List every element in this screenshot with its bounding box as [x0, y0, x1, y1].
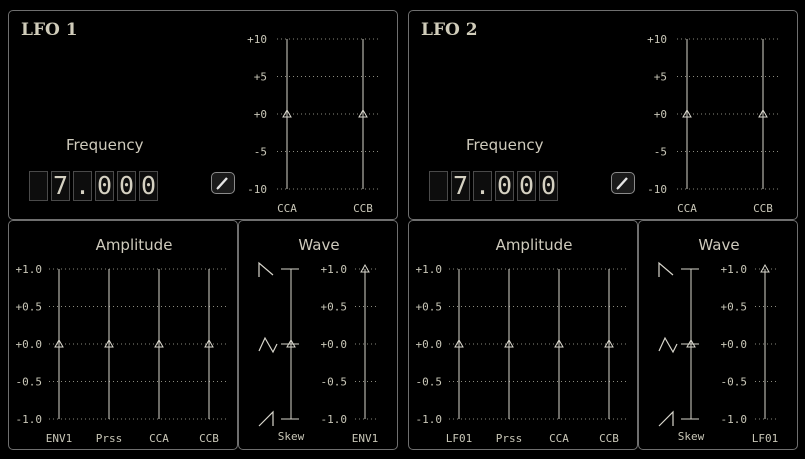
- slider-label: CCB: [753, 202, 773, 215]
- lfo2-edit-button[interactable]: [611, 172, 635, 194]
- pencil-icon: [616, 177, 628, 190]
- skew-label: Skew: [278, 430, 305, 443]
- frequency-digit[interactable]: [429, 171, 448, 201]
- frequency-digit[interactable]: 7: [51, 171, 70, 201]
- ramp-down-wave-icon: [258, 261, 274, 277]
- frequency-digit[interactable]: .: [73, 171, 92, 201]
- pencil-icon: [216, 177, 228, 190]
- slider-label: LF01: [752, 432, 779, 445]
- skew-label: Skew: [678, 430, 705, 443]
- slider-label: CCB: [353, 202, 373, 215]
- lfo1-frequency-label: Frequency: [66, 136, 144, 154]
- scale-tick-label: +0: [654, 108, 667, 121]
- scale-tick-label: +0.5: [16, 301, 43, 314]
- scale-tick-label: -5: [254, 146, 267, 159]
- scale-tick-label: +0.0: [416, 338, 443, 351]
- lfo2-mod-slider-group: +10 +5 +0 -5 -10 CCA CCB: [647, 33, 779, 215]
- scale-tick-label: +5: [254, 71, 267, 84]
- slider-label: CCA: [677, 202, 697, 215]
- scale-tick-label: +10: [647, 33, 667, 46]
- slider-label: ENV1: [352, 432, 379, 445]
- ramp-up-wave-icon: [258, 410, 274, 427]
- scale-tick-label: +0.0: [721, 338, 748, 351]
- lfo1-edit-button[interactable]: [211, 172, 235, 194]
- scale-tick-label: -0.5: [321, 376, 348, 389]
- scale-tick-label: -1.0: [321, 413, 348, 426]
- scale-tick-label: -1.0: [16, 413, 43, 426]
- ramp-up-wave-icon: [658, 410, 674, 427]
- lfo2-wave-panel: Wave +1.0 +0.5 +0.0 -0.5 -1.0 LF01 Skew: [638, 220, 798, 450]
- scale-tick-label: -10: [247, 183, 267, 196]
- slider-label: CCA: [549, 432, 569, 445]
- frequency-digit[interactable]: .: [473, 171, 492, 201]
- ramp-down-wave-icon: [658, 261, 674, 277]
- scale-tick-label: -0.5: [721, 376, 748, 389]
- slider-label: CCB: [599, 432, 619, 445]
- lfo1-mod-slider-group: +10 +5 +0 -5 -10 CCA CCB: [247, 33, 379, 215]
- lfo1-wave-slider-group: +1.0 +0.5 +0.0 -0.5 -1.0 ENV1 Skew: [258, 261, 379, 445]
- triangle-wave-icon: [658, 336, 678, 354]
- slider-label: CCB: [199, 432, 219, 445]
- scale-tick-label: -1.0: [416, 413, 443, 426]
- scale-tick-label: +1.0: [321, 263, 348, 276]
- lfo1-title: LFO 1: [21, 20, 78, 40]
- frequency-digit[interactable]: [29, 171, 48, 201]
- scale-tick-label: -5: [654, 146, 667, 159]
- frequency-digit[interactable]: 0: [95, 171, 114, 201]
- lfo2-panel: LFO 2 Frequency 7 . 0 0 0 +10 +5 +0 -5 -10 CC…: [408, 10, 798, 220]
- slider-label: CCA: [277, 202, 297, 215]
- lfo1-wave-panel: Wave +1.0 +0.5 +0.0 -0.5 -1.0 ENV1 Skew: [238, 220, 398, 450]
- lfo2-title: LFO 2: [421, 20, 478, 40]
- frequency-digit[interactable]: 0: [539, 171, 558, 201]
- scale-tick-label: +10: [247, 33, 267, 46]
- slider-label: CCA: [149, 432, 169, 445]
- scale-tick-label: +5: [654, 71, 667, 84]
- scale-tick-label: -10: [647, 183, 667, 196]
- lfo1-amplitude-slider-group: +1.0 +0.5 +0.0 -0.5 -1.0ENV1 Prss CCA CCB: [16, 263, 227, 445]
- slider-label: ENV1: [46, 432, 73, 445]
- lfo2-amplitude-slider-group: +1.0 +0.5 +0.0 -0.5 -1.0LF01 Prss CCA CCB: [416, 263, 627, 445]
- scale-tick-label: +1.0: [416, 263, 443, 276]
- frequency-digit[interactable]: 7: [451, 171, 470, 201]
- triangle-wave-icon: [258, 336, 278, 354]
- lfo1-panel: LFO 1 Frequency 7 . 0 0 0 +10 +5 +0 -5 -10 CC…: [8, 10, 398, 220]
- scale-tick-label: -0.5: [416, 376, 443, 389]
- frequency-digit[interactable]: 0: [117, 171, 136, 201]
- slider-label: Prss: [496, 432, 523, 445]
- scale-tick-label: +0: [254, 108, 267, 121]
- lfo2-frequency-label: Frequency: [466, 136, 544, 154]
- lfo2-frequency-display[interactable]: 7 . 0 0 0: [429, 171, 558, 201]
- lfo1-frequency-display[interactable]: 7 . 0 0 0: [29, 171, 158, 201]
- scale-tick-label: +0.5: [416, 301, 443, 314]
- frequency-digit[interactable]: 0: [495, 171, 514, 201]
- scale-tick-label: -1.0: [721, 413, 748, 426]
- slider-label: LF01: [446, 432, 473, 445]
- lfo2-amplitude-panel: Amplitude +1.0 +0.5 +0.0 -0.5 -1.0 LF01 Prss CC…: [408, 220, 638, 450]
- scale-tick-label: +1.0: [721, 263, 748, 276]
- slider-label: Prss: [96, 432, 123, 445]
- frequency-digit[interactable]: 0: [139, 171, 158, 201]
- scale-tick-label: -0.5: [16, 376, 43, 389]
- lfo2-wave-slider-group: +1.0 +0.5 +0.0 -0.5 -1.0 LF01 Skew: [658, 261, 779, 445]
- scale-tick-label: +1.0: [16, 263, 43, 276]
- scale-tick-label: +0.5: [721, 301, 748, 314]
- scale-tick-label: +0.0: [16, 338, 43, 351]
- frequency-digit[interactable]: 0: [517, 171, 536, 201]
- lfo1-amplitude-panel: Amplitude +1.0 +0.5 +0.0 -0.5 -1.0 ENV1 Prss CC…: [8, 220, 238, 450]
- scale-tick-label: +0.5: [321, 301, 348, 314]
- scale-tick-label: +0.0: [321, 338, 348, 351]
